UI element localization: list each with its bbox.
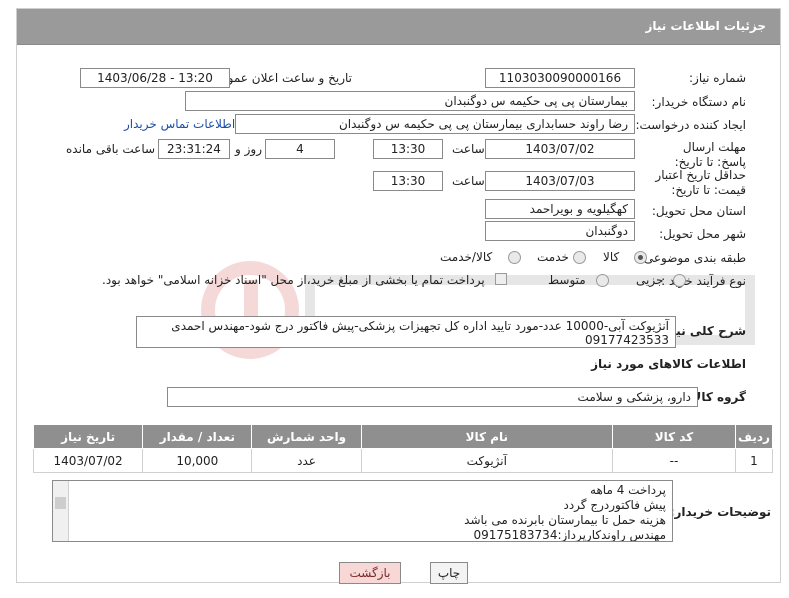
notes-line-2: پیش فاکتوردرج گردد	[563, 498, 666, 512]
deadline-label: مهلت ارسال پاسخ: تا تاریخ:	[661, 140, 746, 170]
description-box: آنژیوکت آبی-10000 عدد-مورد تایید اداره ک…	[136, 316, 676, 348]
creator-label: ایجاد کننده درخواست:	[635, 118, 746, 132]
category-label: طبقه بندی موضوعی:	[639, 251, 746, 265]
remaining-label: ساعت باقی مانده	[66, 142, 156, 156]
validity-date-field: 1403/07/03	[485, 171, 635, 191]
category-option-both: کالا/خدمت	[440, 250, 493, 264]
process-option-minor: جزیی	[636, 273, 664, 287]
contact-info-link[interactable]: اطلاعات تماس خریدار	[124, 117, 235, 131]
table-header-unit: واحد شمارش	[251, 424, 362, 449]
description-line-1: آنژیوکت آبی-10000 عدد-مورد تایید اداره ک…	[171, 319, 669, 333]
notes-line-3: هزینه حمل تا بیمارستان بابرنده می باشد	[464, 513, 666, 527]
notes-line-1: پرداخت 4 ماهه	[590, 483, 666, 497]
goods-table: تاریخ نیاز تعداد / مقدار واحد شمارش نام …	[32, 424, 774, 473]
notes-box[interactable]: پرداخت 4 ماهه پیش فاکتوردرج گردد هزینه ح…	[52, 480, 673, 542]
goods-group-field: دارو، پزشکی و سلامت	[167, 387, 698, 407]
page-title: جزئیات اطلاعات نیاز	[645, 19, 766, 33]
deadline-date-field: 1403/07/02	[485, 139, 635, 159]
process-radio-medium[interactable]	[596, 274, 609, 287]
city-field: دوگنبدان	[485, 221, 635, 241]
category-radio-both[interactable]	[508, 251, 521, 264]
notes-label: توضیحات خریدار:	[669, 505, 771, 519]
days-remaining-field: 4	[265, 139, 335, 159]
need-number-field: 1103030090000166	[485, 68, 635, 88]
creator-field: رضا راوند حسابداری بیمارستان پی پی حکیمه…	[235, 114, 635, 134]
description-line-2: 09177423533	[585, 333, 669, 347]
cell-date: 1403/07/02	[32, 448, 144, 473]
notes-lines: پرداخت 4 ماهه پیش فاکتوردرج گردد هزینه ح…	[464, 483, 666, 542]
deadline-label-text: مهلت ارسال پاسخ: تا تاریخ:	[674, 140, 746, 169]
notes-line-4: مهندس راوندکارپرداز:09175183734	[473, 528, 666, 542]
validity-time-field: 13:30	[373, 171, 443, 191]
city-label: شهر محل تحویل:	[659, 227, 746, 241]
buyer-org-label: نام دستگاه خریدار:	[651, 95, 747, 109]
remaining-time-field: 23:31:24	[158, 139, 230, 159]
province-label: استان محل تحویل:	[651, 204, 746, 218]
notes-scrollbar-thumb[interactable]	[55, 497, 66, 509]
table-header-row: ردیف	[734, 424, 774, 449]
process-option-medium: متوسط	[548, 273, 586, 287]
table-header-qty: تعداد / مقدار	[142, 424, 253, 449]
category-option-goods: کالا	[603, 250, 620, 264]
province-field: کهگیلویه و بویراحمد	[485, 199, 635, 219]
announce-field: 1403/06/28 - 13:20	[80, 68, 230, 88]
days-label: روز و	[235, 142, 262, 156]
validity-label: حداقل تاریخ اعتبار قیمت: تا تاریخ:	[631, 168, 746, 198]
back-button[interactable]: بازگشت	[339, 562, 401, 584]
need-number-label: شماره نیاز:	[689, 71, 746, 85]
category-radio-service[interactable]	[573, 251, 586, 264]
table-row: 1403/07/02 10,000 عدد آنژیوکت -- 1	[32, 448, 774, 473]
deadline-time-field: 13:30	[373, 139, 443, 159]
process-radio-minor[interactable]	[673, 274, 686, 287]
buyer-org-field: بیمارستان پی پی حکیمه س دوگنبدان	[185, 91, 635, 111]
header-bar: جزئیات اطلاعات نیاز	[17, 9, 780, 45]
print-button[interactable]: چاپ	[430, 562, 468, 584]
treasury-payment-checkbox[interactable]	[495, 273, 507, 285]
table-header-code: کد کالا	[611, 424, 736, 449]
notes-scrollbar[interactable]	[53, 481, 69, 541]
cell-code: --	[611, 448, 736, 473]
validity-time-label: ساعت	[452, 174, 485, 188]
cell-qty: 10,000	[142, 448, 253, 473]
deadline-time-label: ساعت	[452, 142, 485, 156]
category-option-service: خدمت	[537, 250, 569, 264]
cell-name: آنژیوکت	[360, 448, 613, 473]
goods-section-title: اطلاعات کالاهای مورد نیاز	[591, 357, 746, 371]
validity-label-text: حداقل تاریخ اعتبار قیمت: تا تاریخ:	[655, 168, 746, 197]
category-radio-goods[interactable]	[634, 251, 647, 264]
cell-unit: عدد	[251, 448, 362, 473]
table-header-name: نام کالا	[360, 424, 613, 449]
payment-note: پرداخت تمام یا بخشی از مبلغ خرید،از محل …	[102, 273, 485, 287]
cell-row: 1	[734, 448, 774, 473]
table-header-date: تاریخ نیاز	[32, 424, 144, 449]
